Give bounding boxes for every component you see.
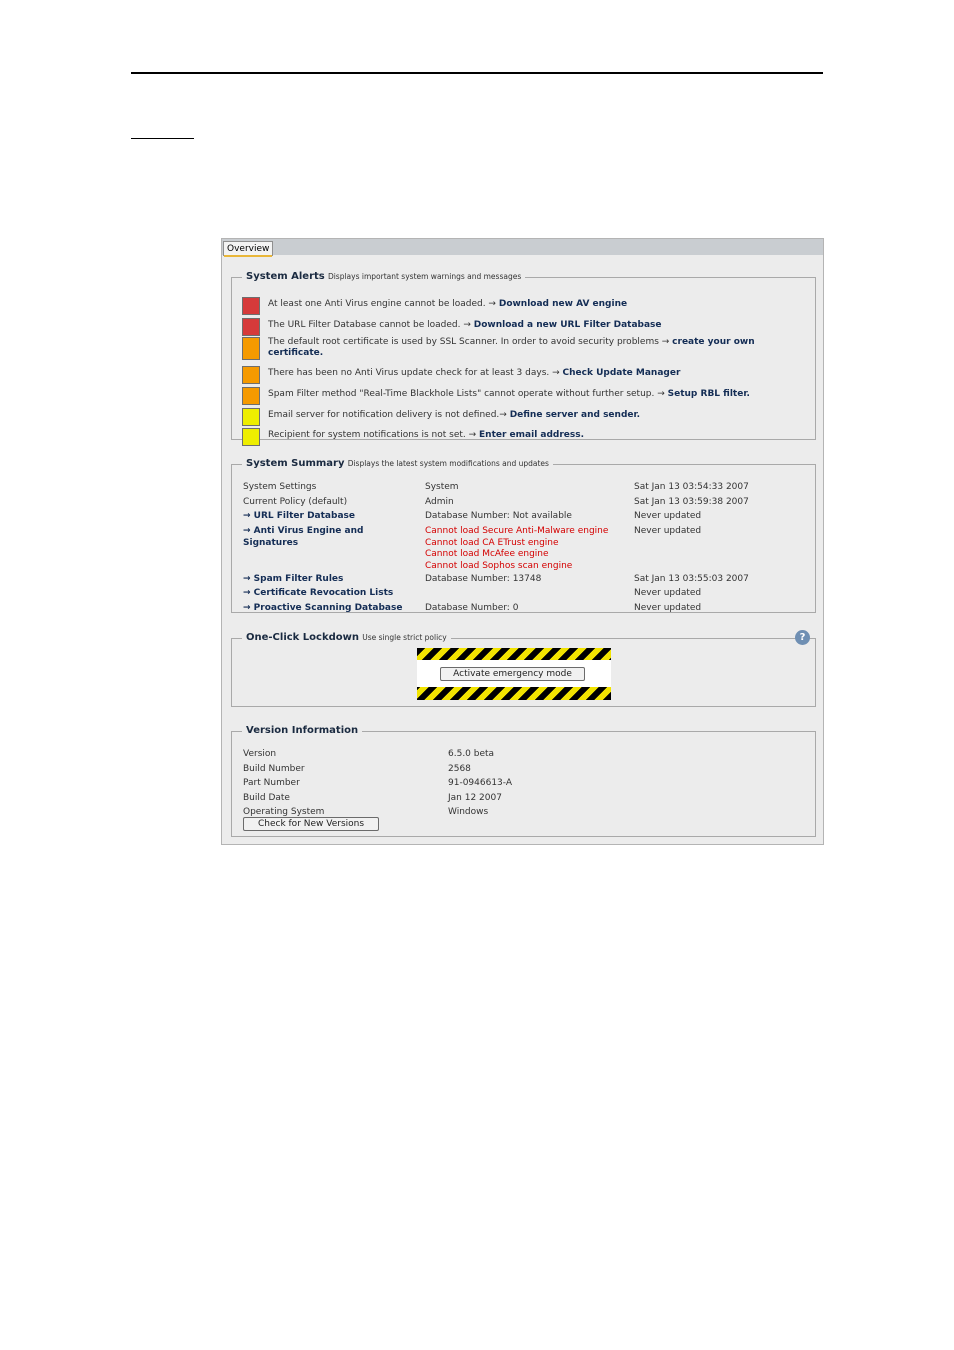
summary-row-name: Current Policy (default): [243, 497, 348, 507]
help-icon[interactable]: ?: [795, 630, 810, 645]
summary-row-date: Sat Jan 13 03:59:38 2007: [634, 497, 749, 507]
system-summary-subtitle: Displays the latest system modifications…: [347, 459, 549, 468]
version-label: Version: [243, 749, 277, 759]
alert-severity-icon: [242, 318, 260, 336]
summary-row-date: Never updated: [634, 511, 702, 521]
version-value: Jan 12 2007: [448, 792, 502, 803]
summary-row-value: Cannot load Secure Anti-Malware engine: [425, 526, 609, 536]
summary-row-link[interactable]: → URL Filter Database: [243, 511, 413, 523]
summary-row-link[interactable]: → Anti Virus Engine and Signatures: [243, 526, 413, 549]
version-value: Windows: [448, 807, 489, 817]
summary-row-date: Sat Jan 13 03:55:03 2007: [634, 574, 749, 584]
system-summary-legend: System Summary Displays the latest syste…: [242, 458, 553, 470]
summary-row-value: Admin: [425, 497, 454, 507]
alert-action-link[interactable]: Setup RBL filter.: [668, 389, 750, 399]
alert-severity-icon: [242, 408, 260, 426]
version-label: Part Number: [243, 778, 300, 788]
admin-window: Overview System Alerts Displays importan…: [221, 238, 824, 845]
tab-bar: Overview: [222, 239, 823, 257]
alert-severity-icon: [242, 366, 260, 384]
summary-row-date: Sat Jan 13 03:54:33 2007: [634, 482, 749, 492]
version-label: Build Date: [243, 792, 290, 803]
version-value: 2568: [448, 763, 471, 774]
page-corner-mark: [131, 138, 194, 139]
lockdown-legend: One-Click Lockdown Use single strict pol…: [242, 632, 451, 644]
alert-message: Recipient for system notifications is no…: [268, 430, 808, 441]
alert-action-link[interactable]: Download new AV engine: [499, 299, 627, 309]
summary-row-value: Cannot load CA ETrust engine: [425, 537, 559, 548]
alert-action-link[interactable]: Enter email address.: [479, 430, 584, 440]
alert-text: The default root certificate is used by …: [268, 337, 673, 347]
summary-row-value: System: [425, 482, 459, 492]
alert-severity-icon: [242, 428, 260, 446]
alert-message: The URL Filter Database cannot be loaded…: [268, 320, 808, 331]
summary-row-link[interactable]: → Proactive Scanning Database: [243, 603, 413, 615]
hazard-band: Activate emergency mode: [417, 660, 611, 687]
alert-action-link[interactable]: Check Update Manager: [563, 368, 681, 378]
summary-row-link[interactable]: → Spam Filter Rules: [243, 574, 413, 586]
alert-text: There has been no Anti Virus update chec…: [268, 368, 563, 378]
alert-text: At least one Anti Virus engine cannot be…: [268, 299, 499, 309]
alert-message: There has been no Anti Virus update chec…: [268, 368, 808, 379]
hazard-stripes: Activate emergency mode: [417, 648, 611, 700]
tab-overview[interactable]: Overview: [223, 241, 274, 257]
alert-text: The URL Filter Database cannot be loaded…: [268, 320, 474, 330]
alert-severity-icon: [242, 387, 260, 405]
page-top-rule: [131, 72, 823, 74]
system-alerts-panel: System Alerts Displays important system …: [231, 271, 816, 446]
alert-message: The default root certificate is used by …: [268, 337, 808, 359]
summary-row-value: Cannot load Sophos scan engine: [425, 560, 573, 571]
version-value: 6.5.0 beta: [448, 749, 495, 759]
alert-action-link[interactable]: Define server and sender.: [510, 410, 640, 420]
alert-message: Email server for notification delivery i…: [268, 410, 808, 421]
alert-message: Spam Filter method "Real-Time Blackhole …: [268, 389, 808, 400]
alert-text: Spam Filter method "Real-Time Blackhole …: [268, 389, 668, 399]
check-new-versions-button[interactable]: Check for New Versions: [243, 817, 379, 831]
system-alerts-title: System Alerts: [246, 271, 325, 282]
version-legend: Version Information: [242, 725, 362, 737]
alert-action-link[interactable]: Download a new URL Filter Database: [474, 320, 662, 330]
summary-row-name: System Settings: [243, 482, 317, 492]
summary-row-value: Database Number: 13748: [425, 574, 542, 584]
alert-severity-icon: [242, 337, 260, 360]
summary-row-date: Never updated: [634, 526, 702, 536]
summary-row-value: Cannot load McAfee engine: [425, 549, 549, 559]
summary-row-link[interactable]: → Certificate Revocation Lists: [243, 588, 413, 600]
system-alerts-legend: System Alerts Displays important system …: [242, 271, 525, 283]
lockdown-subtitle: Use single strict policy: [362, 633, 447, 642]
alert-text: Email server for notification delivery i…: [268, 410, 510, 420]
system-alerts-subtitle: Displays important system warnings and m…: [327, 272, 522, 281]
alert-severity-icon: [242, 297, 260, 315]
system-summary-title: System Summary: [246, 458, 345, 469]
summary-row-date: Never updated: [634, 603, 702, 613]
summary-row-date: Never updated: [634, 588, 702, 598]
alert-text: Recipient for system notifications is no…: [268, 430, 480, 440]
summary-row-value: Database Number: 0: [425, 603, 519, 613]
summary-row-value: Database Number: Not available: [425, 511, 572, 521]
version-label: Build Number: [243, 763, 305, 774]
system-summary-panel: System Summary Displays the latest syste…: [231, 458, 816, 613]
lockdown-title: One-Click Lockdown: [246, 632, 360, 643]
version-value: 91-0946613-A: [448, 778, 512, 788]
alert-message: At least one Anti Virus engine cannot be…: [268, 299, 808, 310]
version-title: Version Information: [246, 725, 359, 736]
activate-emergency-mode-button[interactable]: Activate emergency mode: [440, 667, 585, 681]
